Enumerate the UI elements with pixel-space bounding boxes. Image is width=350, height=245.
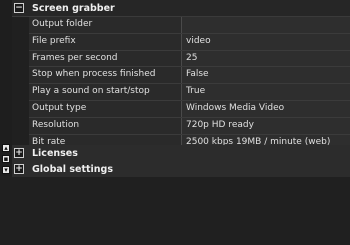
section-screen-grabber[interactable]: − Screen grabber <box>12 0 350 17</box>
property-row[interactable]: File prefix video <box>29 33 350 51</box>
property-panel: ▴ ▪ ▾ − Screen grabber Output folder Fil… <box>0 0 350 245</box>
property-value[interactable]: False <box>182 67 350 84</box>
collapse-icon[interactable]: − <box>14 3 24 13</box>
section-title: Global settings <box>32 163 114 175</box>
property-row[interactable]: Stop when process finished False <box>29 67 350 85</box>
property-name: Frames per second <box>29 50 182 67</box>
property-row[interactable]: Frames per second 25 <box>29 50 350 68</box>
property-value[interactable]: True <box>182 84 350 100</box>
section-licenses[interactable]: + Licenses <box>12 145 350 162</box>
property-value[interactable]: 720p HD ready <box>182 117 350 134</box>
property-grid: Output folder File prefix video Frames p… <box>29 17 350 152</box>
empty-area <box>0 177 350 245</box>
property-row[interactable]: Output type Windows Media Video <box>29 100 350 118</box>
property-name: Play a sound on start/stop <box>29 84 182 100</box>
property-name: Resolution <box>29 117 182 134</box>
property-value[interactable]: video <box>182 33 350 50</box>
left-strip: ▴ ▪ ▾ <box>0 0 12 176</box>
scroll-up-icon[interactable]: ▴ <box>2 144 10 152</box>
property-row[interactable]: Resolution 720p HD ready <box>29 117 350 135</box>
scroll-down-icon[interactable]: ▾ <box>2 166 10 174</box>
section-global-settings[interactable]: + Global settings <box>12 161 350 178</box>
section-title: Screen grabber <box>32 2 115 14</box>
property-value[interactable] <box>182 17 350 33</box>
property-row[interactable]: Play a sound on start/stop True <box>29 84 350 101</box>
section-title: Licenses <box>32 147 78 159</box>
property-name: Output type <box>29 100 182 117</box>
scroll-middle-icon[interactable]: ▪ <box>2 155 10 163</box>
property-name: File prefix <box>29 33 182 50</box>
property-name: Stop when process finished <box>29 67 182 84</box>
property-row[interactable]: Output folder <box>29 17 350 34</box>
property-name: Output folder <box>29 17 182 33</box>
property-value[interactable]: Windows Media Video <box>182 100 350 117</box>
expand-icon[interactable]: + <box>14 164 24 174</box>
property-value[interactable]: 25 <box>182 50 350 67</box>
expand-icon[interactable]: + <box>14 148 24 158</box>
